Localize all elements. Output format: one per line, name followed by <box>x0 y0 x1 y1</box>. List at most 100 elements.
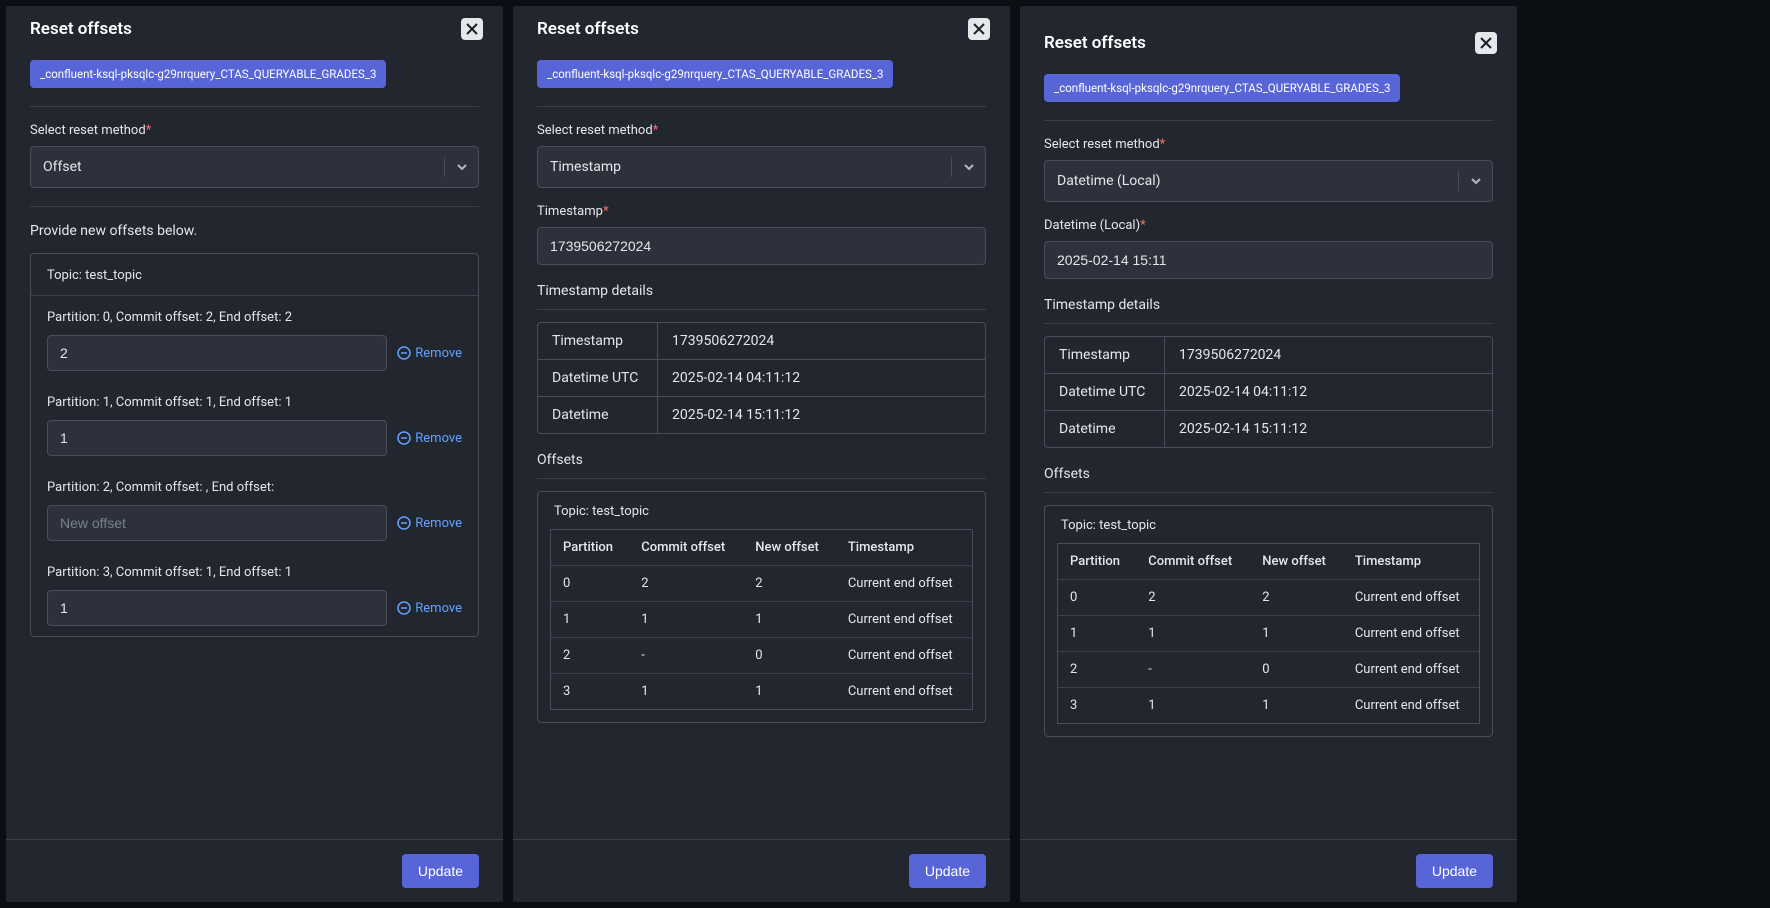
panel-header: Reset offsets <box>513 6 1010 46</box>
divider <box>537 106 986 107</box>
timestamp-details-table: Timestamp1739506272024 Datetime UTC2025-… <box>1044 336 1493 448</box>
consumer-group-tag: _confluent-ksql-pksqlc-g29nrquery_CTAS_Q… <box>1044 74 1400 102</box>
ts-val: 2025-02-14 15:11:12 <box>1165 411 1492 447</box>
remove-link[interactable]: Remove <box>397 516 462 531</box>
cell-partition: 2 <box>1058 652 1136 688</box>
select-method-label: Select reset method* <box>30 123 479 138</box>
panel-title: Reset offsets <box>30 19 132 39</box>
cell-new: 1 <box>1250 688 1343 723</box>
table-row: 2 - 0 Current end offset <box>551 638 972 674</box>
offsets-table: Partition Commit offset New offset Times… <box>1057 543 1480 724</box>
cell-timestamp: Current end offset <box>1343 652 1479 688</box>
col-partition: Partition <box>551 530 629 566</box>
reset-offsets-panel-timestamp: Reset offsets _confluent-ksql-pksqlc-g29… <box>513 6 1010 902</box>
close-button[interactable] <box>461 18 483 40</box>
remove-link[interactable]: Remove <box>397 601 462 616</box>
close-icon <box>1479 36 1493 50</box>
remove-link[interactable]: Remove <box>397 431 462 446</box>
reset-method-select[interactable]: Datetime (Local) <box>1044 160 1493 202</box>
cell-timestamp: Current end offset <box>836 638 972 674</box>
ts-val: 2025-02-14 15:11:12 <box>658 397 985 433</box>
panel-body: _confluent-ksql-pksqlc-g29nrquery_CTAS_Q… <box>1020 60 1517 839</box>
cell-commit: 1 <box>1136 616 1250 652</box>
col-timestamp: Timestamp <box>836 530 972 566</box>
partition-label: Partition: 3, Commit offset: 1, End offs… <box>47 565 462 580</box>
ts-key: Timestamp <box>538 323 658 360</box>
cell-timestamp: Current end offset <box>836 602 972 638</box>
select-value: Timestamp <box>550 159 621 175</box>
reset-method-select[interactable]: Timestamp <box>537 146 986 188</box>
timestamp-input[interactable] <box>537 227 986 265</box>
chevron-down-icon <box>951 157 977 177</box>
ts-val: 2025-02-14 04:11:12 <box>1165 374 1492 411</box>
cell-partition: 3 <box>551 674 629 709</box>
topic-label: Topic: test_topic <box>1057 518 1480 543</box>
ts-key: Datetime <box>1045 411 1165 447</box>
reset-offsets-panel-datetime: Reset offsets _confluent-ksql-pksqlc-g29… <box>1020 6 1517 902</box>
table-row: 2 - 0 Current end offset <box>1058 652 1479 688</box>
chevron-down-icon <box>444 157 470 177</box>
col-timestamp: Timestamp <box>1343 544 1479 580</box>
divider <box>1044 120 1493 121</box>
cell-commit: - <box>1136 652 1250 688</box>
offsets-heading: Offsets <box>1044 466 1493 482</box>
panel-header: Reset offsets <box>1020 6 1517 60</box>
ts-key: Datetime UTC <box>1045 374 1165 411</box>
cell-timestamp: Current end offset <box>1343 580 1479 616</box>
divider <box>1044 492 1493 493</box>
remove-icon <box>397 431 411 445</box>
cell-commit: 1 <box>629 674 743 709</box>
partition-block: Partition: 2, Commit offset: , End offse… <box>31 466 478 551</box>
update-button[interactable]: Update <box>1416 854 1493 888</box>
cell-new: 2 <box>1250 580 1343 616</box>
offsets-table: Partition Commit offset New offset Times… <box>550 529 973 710</box>
select-value: Datetime (Local) <box>1057 173 1161 189</box>
close-icon <box>972 22 986 36</box>
cell-commit: 1 <box>1136 688 1250 723</box>
cell-partition: 1 <box>551 602 629 638</box>
close-button[interactable] <box>1475 32 1497 54</box>
select-method-label: Select reset method* <box>537 123 986 138</box>
offsets-heading: Offsets <box>537 452 986 468</box>
offset-input[interactable] <box>47 420 387 456</box>
partition-block: Partition: 0, Commit offset: 2, End offs… <box>31 296 478 381</box>
reset-offsets-panel-offset: Reset offsets _confluent-ksql-pksqlc-g29… <box>6 6 503 902</box>
panel-footer: Update <box>1020 839 1517 902</box>
datetime-input[interactable] <box>1044 241 1493 279</box>
cell-commit: 2 <box>1136 580 1250 616</box>
cell-timestamp: Current end offset <box>1343 616 1479 652</box>
cell-partition: 1 <box>1058 616 1136 652</box>
offset-input[interactable] <box>47 335 387 371</box>
cell-new: 0 <box>1250 652 1343 688</box>
remove-label: Remove <box>415 431 462 446</box>
panel-title: Reset offsets <box>537 19 639 39</box>
remove-link[interactable]: Remove <box>397 346 462 361</box>
cell-commit: 1 <box>629 602 743 638</box>
cell-timestamp: Current end offset <box>1343 688 1479 723</box>
update-button[interactable]: Update <box>909 854 986 888</box>
cell-new: 1 <box>1250 616 1343 652</box>
table-row: 1 1 1 Current end offset <box>1058 616 1479 652</box>
close-icon <box>465 22 479 36</box>
cell-partition: 0 <box>551 566 629 602</box>
divider <box>537 478 986 479</box>
remove-label: Remove <box>415 601 462 616</box>
table-row: 0 2 2 Current end offset <box>551 566 972 602</box>
reset-method-select[interactable]: Offset <box>30 146 479 188</box>
cell-commit: - <box>629 638 743 674</box>
offset-input[interactable] <box>47 590 387 626</box>
divider <box>30 206 479 207</box>
table-row: 1 1 1 Current end offset <box>551 602 972 638</box>
timestamp-details-heading: Timestamp details <box>1044 297 1493 313</box>
col-new: New offset <box>743 530 836 566</box>
cell-new: 2 <box>743 566 836 602</box>
panel-title: Reset offsets <box>1044 33 1146 53</box>
close-button[interactable] <box>968 18 990 40</box>
cell-partition: 2 <box>551 638 629 674</box>
cell-partition: 0 <box>1058 580 1136 616</box>
datetime-label: Datetime (Local)* <box>1044 218 1493 233</box>
update-button[interactable]: Update <box>402 854 479 888</box>
offset-input[interactable] <box>47 505 387 541</box>
chevron-down-icon <box>1458 171 1484 191</box>
panel-footer: Update <box>513 839 1010 902</box>
